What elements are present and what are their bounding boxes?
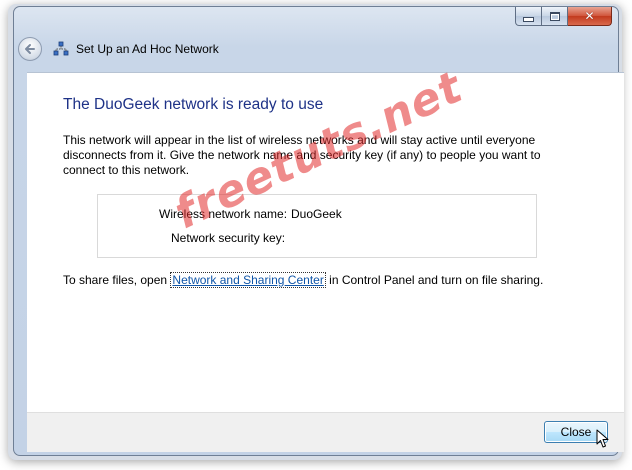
share-prefix-text: To share files, open <box>63 273 171 287</box>
minimize-icon <box>523 16 534 22</box>
share-instructions: To share files, open Network and Sharing… <box>63 272 544 288</box>
mouse-cursor-icon <box>596 429 609 448</box>
back-button[interactable] <box>18 37 42 61</box>
dialog-footer: Close <box>27 412 624 452</box>
window-title: Set Up an Ad Hoc Network <box>76 42 219 56</box>
network-name-value: DuoGeek <box>291 207 342 221</box>
wizard-header: Set Up an Ad Hoc Network <box>18 32 622 66</box>
network-icon <box>53 41 69 56</box>
content-area: The DuoGeek network is ready to use This… <box>27 62 624 412</box>
share-suffix-text: in Control Panel and turn on file sharin… <box>325 273 544 287</box>
page-title: The DuoGeek network is ready to use <box>63 96 324 113</box>
back-arrow-icon <box>25 44 35 54</box>
close-icon: ✕ <box>584 9 595 23</box>
close-window-button[interactable]: ✕ <box>568 7 612 26</box>
caption-buttons: ✕ <box>515 7 612 26</box>
maximize-icon <box>549 11 560 21</box>
network-sharing-center-link[interactable]: Network and Sharing Center <box>170 272 326 288</box>
network-info-box: Wireless network name: DuoGeek Network s… <box>97 194 537 258</box>
maximize-button[interactable] <box>542 7 568 26</box>
minimize-button[interactable] <box>515 7 542 26</box>
